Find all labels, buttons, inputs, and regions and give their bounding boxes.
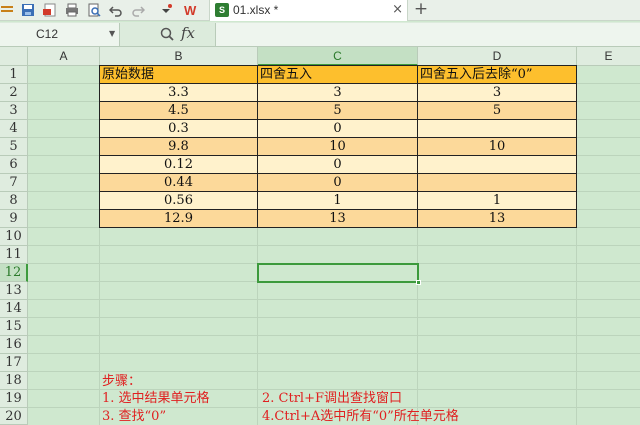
table-cell[interactable]: 0 [258, 120, 418, 138]
table-cell[interactable]: 0.44 [100, 174, 258, 192]
tab-filename: 01.xlsx * [233, 3, 279, 17]
row-header[interactable]: 14 [0, 300, 28, 318]
row-header[interactable]: 4 [0, 120, 28, 138]
gridline [28, 299, 640, 300]
row-header[interactable]: 16 [0, 336, 28, 354]
print-preview-icon[interactable] [86, 2, 102, 18]
column-header-a[interactable]: A [28, 47, 100, 66]
active-cell-selection[interactable] [257, 263, 421, 285]
table-cell[interactable]: 5 [258, 102, 418, 120]
table-cell[interactable]: 1 [418, 192, 577, 210]
table-cell[interactable]: 3 [258, 84, 418, 102]
wps-logo-icon: W [184, 2, 202, 18]
row-header[interactable]: 5 [0, 138, 28, 156]
row-header[interactable]: 2 [0, 84, 28, 102]
gridline [28, 353, 640, 354]
new-tab-icon[interactable]: + [412, 0, 430, 21]
step-2[interactable]: 2. Ctrl+F调出查找窗口 [262, 390, 402, 408]
xlsx-file-icon: S [215, 3, 229, 17]
table-cell[interactable]: 0 [258, 156, 418, 174]
print-icon[interactable] [64, 2, 80, 18]
row-header[interactable]: 11 [0, 246, 28, 264]
chevron-down-icon[interactable]: ▼ [109, 29, 115, 38]
name-box[interactable]: C12 ▼ [0, 23, 120, 46]
menu-icon[interactable] [0, 2, 14, 18]
row-header[interactable]: 20 [0, 408, 28, 425]
steps-title[interactable]: 步骤： [102, 373, 141, 391]
table-cell[interactable]: 3 [418, 84, 577, 102]
table-cell[interactable]: 1 [258, 192, 418, 210]
step-3[interactable]: 3. 查找“0” [102, 408, 166, 425]
table-cell[interactable]: 5 [418, 102, 577, 120]
title-tab-bar: W S 01.xlsx * × + [0, 0, 640, 21]
close-tab-icon[interactable]: × [392, 2, 403, 18]
redo-icon[interactable] [130, 2, 146, 18]
zoom-search-icon[interactable] [160, 27, 174, 44]
customize-quick-access-icon[interactable] [158, 2, 174, 18]
row-header[interactable]: 17 [0, 354, 28, 372]
table-cell[interactable]: 10 [418, 138, 577, 156]
header-cell-rounded-no-zero[interactable]: 四舍五入后去除“0” [418, 66, 577, 84]
row-header[interactable]: 13 [0, 282, 28, 300]
row-header[interactable]: 12 [0, 264, 28, 282]
table-cell[interactable] [418, 120, 577, 138]
header-cell-rounded[interactable]: 四舍五入 [258, 66, 418, 84]
row-header[interactable]: 7 [0, 174, 28, 192]
table-cell[interactable]: 12.9 [100, 210, 258, 228]
gridline [28, 371, 640, 372]
table-cell[interactable]: 13 [258, 210, 418, 228]
table-cell[interactable]: 0.12 [100, 156, 258, 174]
gridline [28, 335, 640, 336]
row-header[interactable]: 18 [0, 372, 28, 390]
save-icon[interactable] [20, 2, 36, 18]
insert-function-button[interactable]: fx [181, 24, 195, 42]
column-header-d[interactable]: D [418, 47, 577, 66]
gridline [28, 317, 640, 318]
row-header[interactable]: 10 [0, 228, 28, 246]
table-cell[interactable]: 0 [258, 174, 418, 192]
table-cell[interactable] [418, 174, 577, 192]
row-header[interactable]: 1 [0, 66, 28, 84]
row-header[interactable]: 9 [0, 210, 28, 228]
table-cell[interactable]: 13 [418, 210, 577, 228]
table-cell[interactable]: 0.56 [100, 192, 258, 210]
table-cell[interactable] [418, 156, 577, 174]
spreadsheet-grid: A B C D E 1 2 3 4 5 6 7 8 9 10 11 12 13 … [0, 47, 640, 425]
select-all-corner[interactable] [0, 47, 28, 66]
formula-input[interactable] [215, 23, 640, 46]
cell-reference: C12 [36, 27, 59, 41]
column-header-e[interactable]: E [577, 47, 640, 66]
header-cell-original[interactable]: 原始数据 [100, 66, 258, 84]
table-cell[interactable]: 10 [258, 138, 418, 156]
row-header[interactable]: 3 [0, 102, 28, 120]
formula-bar: C12 ▼ fx [0, 22, 640, 47]
step-4[interactable]: 4.Ctrl+A选中所有“0”所在单元格 [262, 408, 459, 425]
row-header[interactable]: 6 [0, 156, 28, 174]
row-header[interactable]: 15 [0, 318, 28, 336]
gridline [28, 245, 640, 246]
undo-icon[interactable] [108, 2, 124, 18]
table-cell[interactable]: 0.3 [100, 120, 258, 138]
step-1[interactable]: 1. 选中结果单元格 [102, 390, 210, 408]
column-header-b[interactable]: B [100, 47, 258, 66]
row-header[interactable]: 19 [0, 390, 28, 408]
export-pdf-icon[interactable] [42, 2, 58, 18]
wps-logo-text: W [184, 3, 197, 17]
row-header[interactable]: 8 [0, 192, 28, 210]
column-header-c[interactable]: C [258, 47, 418, 66]
table-cell[interactable]: 4.5 [100, 102, 258, 120]
fill-handle[interactable] [416, 280, 421, 285]
table-cell[interactable]: 3.3 [100, 84, 258, 102]
tab-01-xlsx[interactable]: S 01.xlsx * × [209, 0, 408, 21]
table-cell[interactable]: 9.8 [100, 138, 258, 156]
